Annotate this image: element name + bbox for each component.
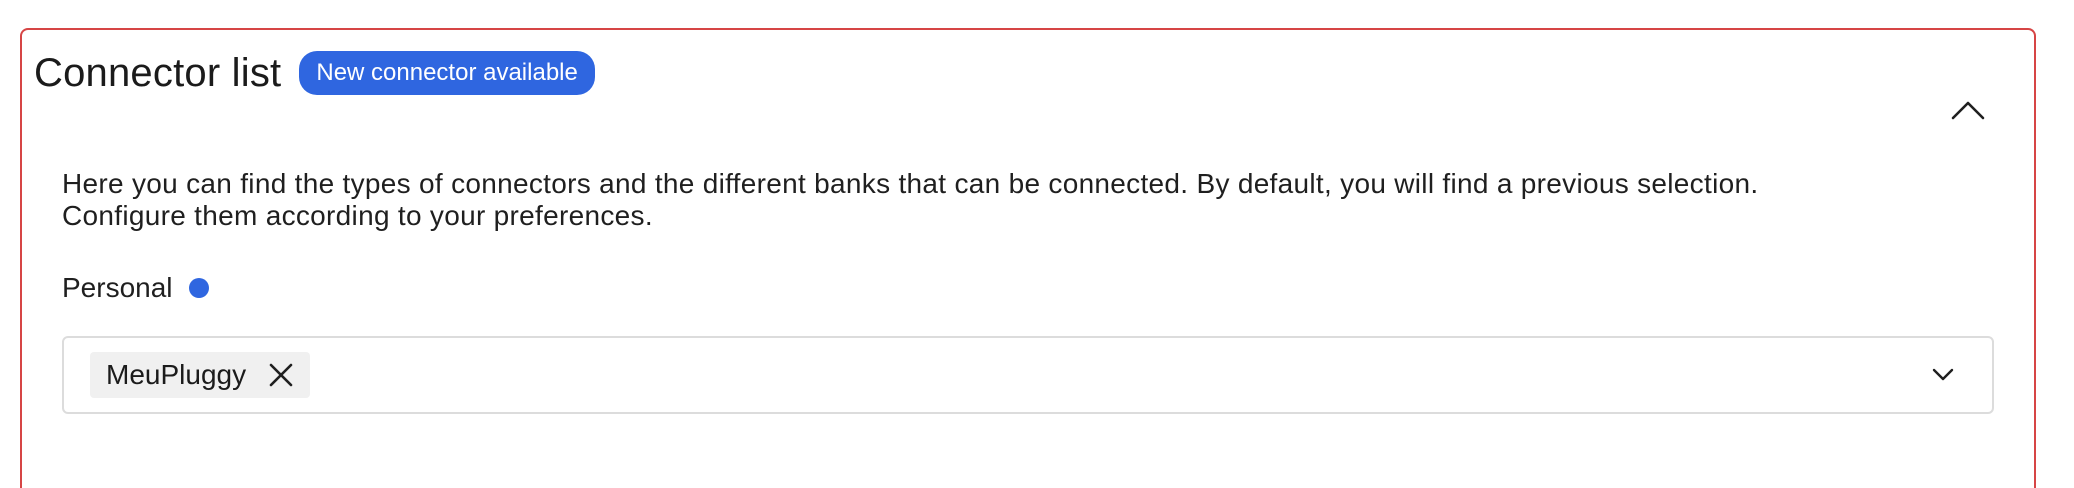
section-description: Here you can find the types of connector… [62, 168, 1982, 232]
personal-connector-select[interactable]: MeuPluggy [62, 336, 1994, 414]
personal-label-text: Personal [62, 272, 173, 303]
collapse-button[interactable] [1938, 80, 1998, 140]
chevron-down-icon [1932, 368, 1954, 381]
close-icon [269, 363, 293, 387]
chip-label: MeuPluggy [106, 359, 247, 390]
new-connector-badge: New connector available [299, 51, 595, 95]
section-header: Connector list New connector available [34, 46, 595, 100]
personal-label: Personal [62, 270, 209, 306]
description-line: Here you can find the types of connector… [62, 168, 1759, 199]
dropdown-toggle[interactable] [1930, 362, 1956, 388]
chevron-up-icon [1951, 101, 1985, 120]
remove-chip-button[interactable] [268, 362, 294, 388]
selected-chip-meupluggy: MeuPluggy [90, 352, 311, 398]
status-dot-icon [188, 278, 209, 298]
description-line: Configure them according to your prefere… [62, 200, 653, 231]
section-title: Connector list [34, 50, 282, 95]
